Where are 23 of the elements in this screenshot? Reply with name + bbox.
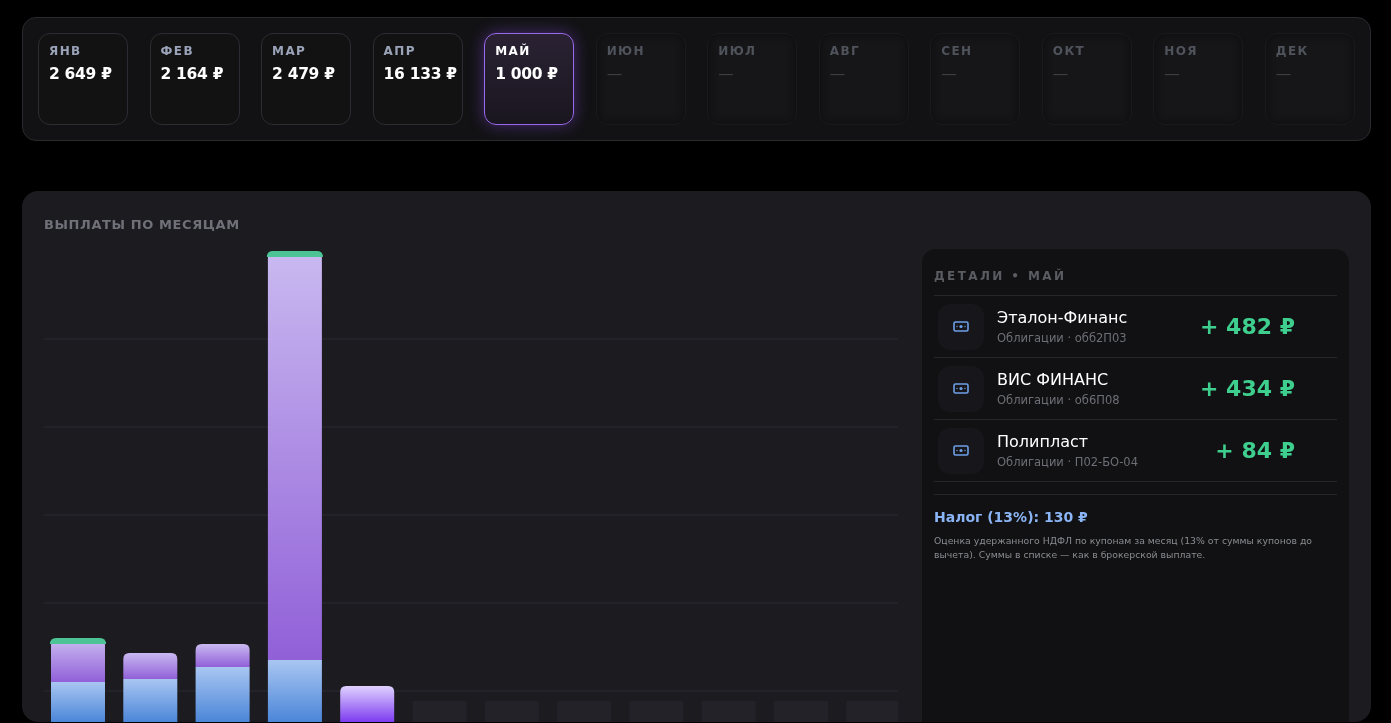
payout-amount: + 84 ₽ xyxy=(1215,438,1295,463)
month-tab[interactable]: МАР 2 479 ₽ xyxy=(261,33,352,125)
month-tab[interactable]: ЯНВ 2 649 ₽ xyxy=(38,33,128,125)
issuer-name: ВИС ФИНАНС xyxy=(997,370,1110,389)
payout-amount: + 482 ₽ xyxy=(1200,314,1295,339)
bond-subtitle: Облигации · об6П08 xyxy=(997,393,1121,407)
bond-subtitle: Облигации · П02-БО-04 xyxy=(997,455,1139,469)
month-tab[interactable]: МАЙ 1 000 ₽ xyxy=(484,33,575,125)
banknote-icon xyxy=(953,321,969,332)
chart-bar xyxy=(123,653,178,722)
banknote-icon xyxy=(953,383,969,394)
details-title: ДЕТАЛИ • МАЙ xyxy=(934,269,1068,283)
tax-total: Налог (13%): 130 ₽ xyxy=(934,509,1089,525)
chart-bar xyxy=(340,686,395,722)
section-title: ВЫПЛАТЫ ПО МЕСЯЦАМ xyxy=(44,217,241,234)
issuer-name: Полипласт xyxy=(997,432,1090,451)
banknote-icon xyxy=(953,445,969,456)
month-tab[interactable]: ФЕВ 2 164 ₽ xyxy=(149,33,240,125)
bond-subtitle: Облигации · обб2П03 xyxy=(997,331,1128,345)
issuer-name: Эталон-Финанс xyxy=(997,308,1129,327)
payout-amount: + 434 ₽ xyxy=(1200,376,1295,401)
month-tab[interactable]: АПР 16 133 ₽ xyxy=(372,33,463,125)
tax-note: Оценка удержанного НДФЛ по купонам за месяц (13% от суммы купонов до вычета). Суммы в списке — как в брокерской выплате. xyxy=(934,534,1314,562)
